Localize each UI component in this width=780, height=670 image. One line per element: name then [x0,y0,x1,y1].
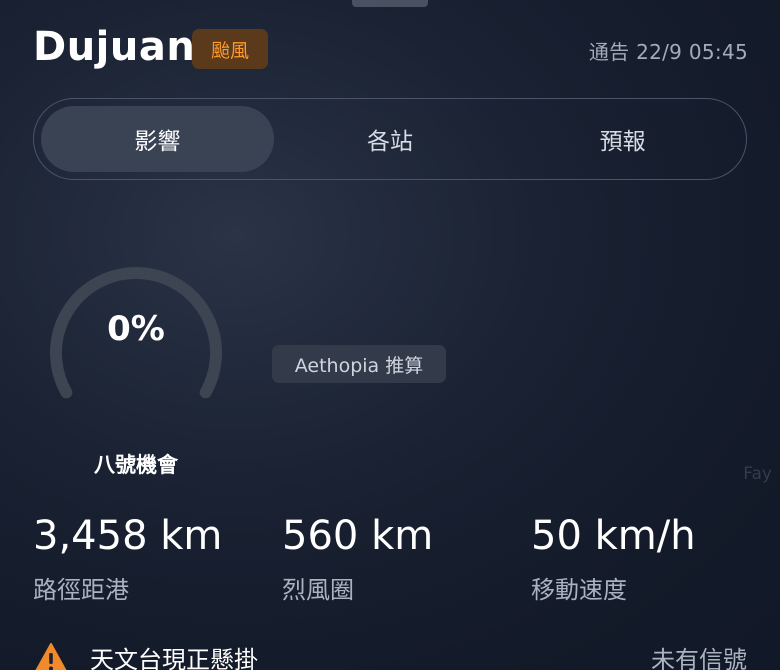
tab-stations[interactable]: 各站 [274,106,507,172]
tab-forecast[interactable]: 預報 [506,106,739,172]
segmented-tabs: 影響 各站 預報 [33,98,747,180]
signal-probability-gauge: 0% [44,245,228,405]
stat-value: 50 km/h [531,513,696,559]
warning-icon [33,642,69,670]
storm-type-badge: 颱風 [192,29,268,69]
stat-speed: 50 km/h 移動速度 [531,512,696,605]
stat-value: 3,458 km [33,513,223,559]
background-watermark: Fay [743,464,772,484]
signal-title: 天文台現正懸掛 [90,646,258,670]
bulletin-time: 通告 22/9 05:45 [588,40,748,64]
stat-value: 560 km [282,513,434,559]
stat-label: 烈風圈 [282,576,354,604]
estimate-source-chip: Aethopia 推算 [272,345,446,383]
gauge-value: 0% [107,309,165,349]
tab-impact[interactable]: 影響 [41,106,274,172]
stat-distance: 3,458 km 路徑距港 [33,512,222,605]
gauge-label: 八號機會 [94,453,178,477]
stat-gale-radius: 560 km 烈風圈 [282,512,433,605]
stat-label: 路徑距港 [33,576,129,604]
stat-label: 移動速度 [531,576,627,604]
sheet-grab-handle[interactable] [352,0,428,7]
signal-status: 未有信號 [651,646,747,670]
current-signal-row[interactable]: 天文台現正懸掛 未有信號 [33,640,747,670]
typhoon-name: Dujuan [33,24,196,70]
